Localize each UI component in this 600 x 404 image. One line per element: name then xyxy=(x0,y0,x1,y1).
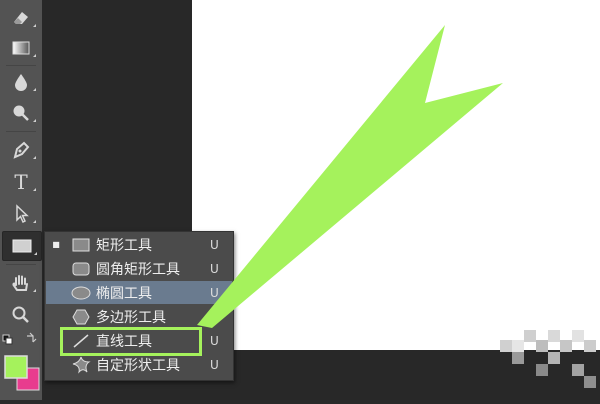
annotation-arrow xyxy=(197,25,503,328)
